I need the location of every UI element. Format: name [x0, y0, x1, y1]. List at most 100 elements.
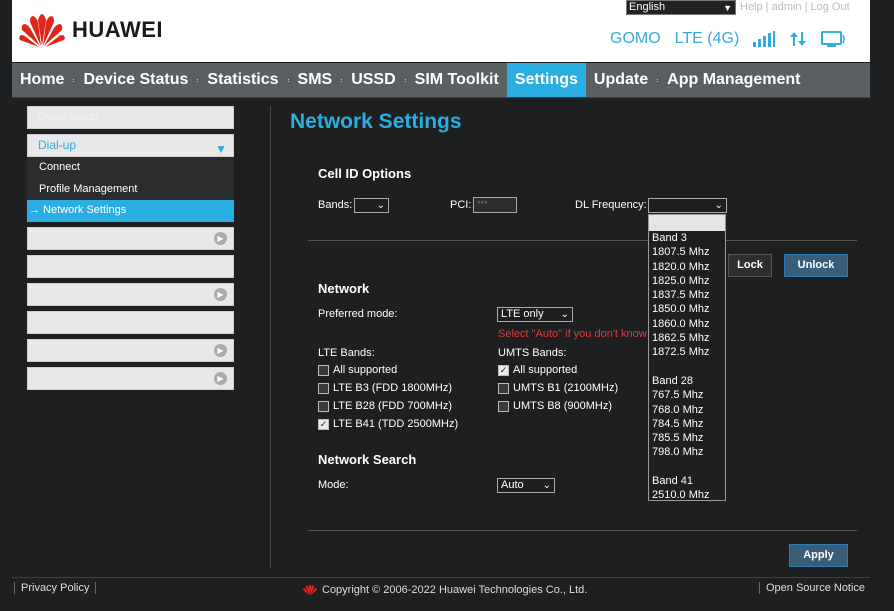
dropdown-option[interactable]: 2510.0 Mhz — [649, 488, 725, 500]
dropdown-option[interactable]: 1862.5 Mhz — [649, 331, 725, 345]
unlock-button[interactable]: Unlock — [784, 254, 848, 277]
dropdown-option[interactable]: 785.5 Mhz — [649, 431, 725, 445]
umts-b8-checkbox[interactable]: UMTS B8 (900MHz) — [498, 400, 612, 412]
dropdown-group-label: Band 41 — [652, 475, 693, 488]
dropdown-option[interactable]: 1860.0 Mhz — [649, 317, 725, 331]
apply-button[interactable]: Apply — [789, 544, 848, 567]
sidebar-item-ethernet[interactable]: Ethernet ▶ — [27, 226, 234, 250]
top-links[interactable]: Help | admin | Log Out — [740, 1, 850, 13]
sidebar-submenu: Connect Profile Management → Network Set… — [27, 157, 234, 222]
preferred-mode-select[interactable]: LTE only ⌄ — [497, 307, 573, 322]
nav-device-status[interactable]: Device Status — [75, 63, 196, 97]
checkbox-label: LTE B28 (FDD 700MHz) — [333, 400, 452, 412]
dropdown-option[interactable]: 1820.0 Mhz — [649, 260, 725, 274]
sidebar: Quick Setup Dial-up ▼ Connect Profile Ma… — [27, 106, 234, 395]
lte-b41-checkbox[interactable]: ✓ LTE B41 (TDD 2500MHz) — [318, 418, 458, 430]
nav-separator — [657, 78, 659, 82]
pci-input[interactable]: *** — [473, 197, 517, 213]
nav-statistics[interactable]: Statistics — [199, 63, 286, 97]
lte-b28-checkbox[interactable]: LTE B28 (FDD 700MHz) — [318, 400, 452, 412]
preferred-mode-value: LTE only — [501, 308, 544, 320]
cell-id-heading: Cell ID Options — [318, 166, 412, 181]
dropdown-option[interactable]: 1807.5 Mhz — [649, 245, 725, 259]
sidebar-sub-connect[interactable]: Connect — [27, 157, 234, 179]
sidebar-item-quick-setup[interactable]: Quick Setup — [27, 106, 234, 129]
privacy-policy-link[interactable]: Privacy Policy — [14, 582, 97, 594]
checkbox-label: All supported — [513, 364, 578, 376]
dropdown-option[interactable]: 768.0 Mhz — [649, 403, 725, 417]
nav-app-management[interactable]: App Management — [659, 63, 808, 97]
checkmark-icon: ✓ — [318, 418, 329, 430]
bands-label: Bands: — [318, 199, 353, 211]
sidebar-sub-profile-management[interactable]: Profile Management — [27, 179, 234, 201]
lte-all-supported-checkbox[interactable]: All supported — [318, 364, 397, 376]
sidebar-sub-network-settings[interactable]: → Network Settings — [27, 200, 234, 222]
checkbox-label: UMTS B1 (2100MHz) — [513, 382, 619, 394]
nav-separator — [404, 78, 406, 82]
dropdown-option[interactable]: 784.5 Mhz — [649, 417, 725, 431]
dropdown-spacer — [649, 360, 725, 374]
sidebar-item-system[interactable]: System — [27, 310, 234, 334]
umts-b1-checkbox[interactable]: UMTS B1 (2100MHz) — [498, 382, 618, 394]
chevron-down-icon: ⌄ — [560, 309, 569, 320]
nav-separator — [287, 78, 289, 82]
sidebar-item-label: System — [38, 315, 75, 328]
dropdown-options: Band 3 1807.5 Mhz 1820.0 Mhz 1825.0 Mhz 1837… — [649, 231, 725, 500]
network-type: LTE (4G) — [674, 30, 740, 47]
dropdown-option[interactable]: 798.0 Mhz — [649, 445, 725, 459]
nav-ussd[interactable]: USSD — [343, 63, 403, 97]
dl-frequency-dropdown[interactable]: Band 3 1807.5 Mhz 1820.0 Mhz 1825.0 Mhz 1837… — [648, 214, 726, 501]
main-nav: Home Device Status Statistics SMS USSD S… — [12, 63, 870, 98]
nav-sms[interactable]: SMS — [290, 63, 341, 97]
checkbox-box — [498, 400, 509, 412]
sidebar-item-advanced[interactable]: Advanced ▶ — [27, 338, 234, 362]
open-source-notice-link[interactable]: Open Source Notice — [759, 582, 865, 594]
sidebar-item-update[interactable]: Update ▶ — [27, 366, 234, 390]
footer-divider — [12, 577, 870, 578]
lock-button[interactable]: Lock — [728, 254, 772, 277]
checkbox-box — [318, 400, 329, 412]
nav-settings[interactable]: Settings — [506, 63, 586, 97]
umts-all-supported-checkbox[interactable]: ✓ All supported — [498, 364, 577, 376]
mode-warning: Select "Auto" if you don't know — [498, 328, 647, 340]
page-title: Network Settings — [290, 110, 462, 133]
checkbox-label: All supported — [333, 364, 398, 376]
signal-icon — [753, 31, 776, 47]
sidebar-item-label: WLAN — [38, 259, 70, 272]
dropdown-option[interactable]: 1872.5 Mhz — [649, 345, 725, 359]
checkbox-box — [318, 364, 329, 376]
search-mode-select[interactable]: Auto ⌄ — [497, 478, 555, 493]
dl-frequency-select[interactable]: ⌄ — [648, 198, 727, 213]
nav-sim-toolkit[interactable]: SIM Toolkit — [407, 63, 507, 97]
search-mode-value: Auto — [501, 479, 524, 491]
copyright-text: Copyright © 2006-2022 Huawei Technologie… — [322, 584, 588, 596]
sidebar-item-label: Ethernet — [38, 231, 80, 244]
chevron-right-icon: ▶ — [214, 287, 227, 301]
sidebar-item-label: Quick Setup — [38, 111, 98, 123]
lte-bands-label: LTE Bands: — [318, 347, 375, 359]
sidebar-item-security[interactable]: Security ▶ — [27, 282, 234, 306]
chevron-right-icon: ▶ — [214, 343, 227, 357]
dropdown-option[interactable]: 1837.5 Mhz — [649, 288, 725, 302]
nav-separator — [341, 78, 343, 82]
network-search-heading: Network Search — [318, 452, 417, 467]
nav-separator — [197, 78, 199, 82]
main-content: Network Settings — [290, 110, 462, 134]
dropdown-option[interactable]: 1825.0 Mhz — [649, 274, 725, 288]
dropdown-option[interactable]: 767.5 Mhz — [649, 388, 725, 402]
dropdown-option[interactable]: 1850.0 Mhz — [649, 302, 725, 316]
language-select[interactable]: English ▼ — [626, 0, 736, 15]
huawei-logo[interactable]: HUAWEI — [18, 12, 163, 48]
preferred-mode-label: Preferred mode: — [318, 308, 398, 320]
chevron-down-icon: ⌄ — [542, 480, 551, 491]
chevron-down-icon: ▼ — [723, 3, 732, 13]
status-bar: GOMO LTE (4G) — [610, 30, 847, 48]
nav-update[interactable]: Update — [586, 63, 656, 97]
nav-home[interactable]: Home — [12, 63, 72, 97]
dropdown-selected-option[interactable] — [649, 215, 725, 231]
sidebar-item-wlan[interactable]: WLAN — [27, 254, 234, 278]
sidebar-item-dial-up[interactable]: Dial-up ▼ — [27, 134, 234, 157]
divider — [308, 240, 857, 241]
lte-b3-checkbox[interactable]: LTE B3 (FDD 1800MHz) — [318, 382, 452, 394]
bands-select[interactable]: ⌄ — [354, 198, 389, 213]
